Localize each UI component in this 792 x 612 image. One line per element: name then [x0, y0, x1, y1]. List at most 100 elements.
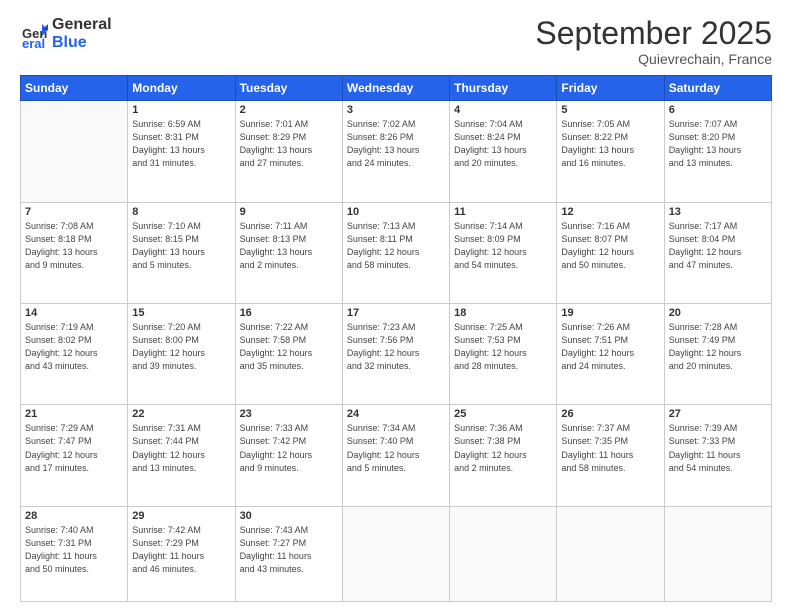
day-number: 2	[240, 104, 338, 116]
day-number: 22	[132, 408, 230, 420]
day-info: Sunrise: 7:19 AM Sunset: 8:02 PM Dayligh…	[25, 321, 123, 373]
day-number: 11	[454, 206, 552, 218]
day-number: 10	[347, 206, 445, 218]
day-info: Sunrise: 7:17 AM Sunset: 8:04 PM Dayligh…	[669, 220, 767, 272]
week-row-5: 28 Sunrise: 7:40 AM Sunset: 7:31 PM Dayli…	[21, 506, 772, 601]
svg-text:eral: eral	[22, 36, 45, 48]
day-info: Sunrise: 7:37 AM Sunset: 7:35 PM Dayligh…	[561, 422, 659, 474]
day-number: 30	[240, 510, 338, 522]
day-number: 29	[132, 510, 230, 522]
calendar-cell: 29 Sunrise: 7:42 AM Sunset: 7:29 PM Dayli…	[128, 506, 235, 601]
weekday-header-friday: Friday	[557, 76, 664, 101]
day-number: 7	[25, 206, 123, 218]
day-info: Sunrise: 7:31 AM Sunset: 7:44 PM Dayligh…	[132, 422, 230, 474]
day-info: Sunrise: 7:04 AM Sunset: 8:24 PM Dayligh…	[454, 118, 552, 170]
day-info: Sunrise: 7:13 AM Sunset: 8:11 PM Dayligh…	[347, 220, 445, 272]
day-info: Sunrise: 7:36 AM Sunset: 7:38 PM Dayligh…	[454, 422, 552, 474]
day-number: 28	[25, 510, 123, 522]
calendar-cell: 22 Sunrise: 7:31 AM Sunset: 7:44 PM Dayli…	[128, 405, 235, 506]
logo-blue-text: Blue	[52, 34, 87, 51]
week-row-2: 7 Sunrise: 7:08 AM Sunset: 8:18 PM Daylig…	[21, 202, 772, 303]
calendar-cell	[21, 101, 128, 202]
day-info: Sunrise: 7:25 AM Sunset: 7:53 PM Dayligh…	[454, 321, 552, 373]
day-number: 26	[561, 408, 659, 420]
weekday-header-sunday: Sunday	[21, 76, 128, 101]
calendar-cell: 24Sunrise: 7:34 AM Sunset: 7:40 PM Dayli…	[342, 405, 449, 506]
logo: Gen eral General Blue	[20, 16, 112, 51]
day-number: 4	[454, 104, 552, 116]
calendar-cell: 21 Sunrise: 7:29 AM Sunset: 7:47 PM Dayli…	[21, 405, 128, 506]
calendar-cell: 9Sunrise: 7:11 AM Sunset: 8:13 PM Daylig…	[235, 202, 342, 303]
day-info: Sunrise: 7:39 AM Sunset: 7:33 PM Dayligh…	[669, 422, 767, 474]
day-info: Sunrise: 7:01 AM Sunset: 8:29 PM Dayligh…	[240, 118, 338, 170]
calendar-cell	[342, 506, 449, 601]
day-info: Sunrise: 7:10 AM Sunset: 8:15 PM Dayligh…	[132, 220, 230, 272]
week-row-3: 14 Sunrise: 7:19 AM Sunset: 8:02 PM Dayli…	[21, 304, 772, 405]
day-info: Sunrise: 7:08 AM Sunset: 8:18 PM Dayligh…	[25, 220, 123, 272]
day-number: 8	[132, 206, 230, 218]
logo-general-text: General	[52, 16, 112, 33]
day-info: Sunrise: 7:26 AM Sunset: 7:51 PM Dayligh…	[561, 321, 659, 373]
calendar-cell: 3 Sunrise: 7:02 AM Sunset: 8:26 PM Daylig…	[342, 101, 449, 202]
day-info: Sunrise: 7:07 AM Sunset: 8:20 PM Dayligh…	[669, 118, 767, 170]
title-block: September 2025 Quievrechain, France	[535, 16, 772, 67]
day-number: 24	[347, 408, 445, 420]
day-number: 18	[454, 307, 552, 319]
weekday-header-monday: Monday	[128, 76, 235, 101]
day-number: 17	[347, 307, 445, 319]
day-number: 1	[132, 104, 230, 116]
day-info: Sunrise: 7:02 AM Sunset: 8:26 PM Dayligh…	[347, 118, 445, 170]
day-info: Sunrise: 7:28 AM Sunset: 7:49 PM Dayligh…	[669, 321, 767, 373]
calendar-cell: 7 Sunrise: 7:08 AM Sunset: 8:18 PM Daylig…	[21, 202, 128, 303]
day-number: 27	[669, 408, 767, 420]
calendar-cell: 25 Sunrise: 7:36 AM Sunset: 7:38 PM Dayli…	[450, 405, 557, 506]
calendar-cell: 14 Sunrise: 7:19 AM Sunset: 8:02 PM Dayli…	[21, 304, 128, 405]
weekday-header-saturday: Saturday	[664, 76, 771, 101]
day-number: 12	[561, 206, 659, 218]
day-number: 23	[240, 408, 338, 420]
calendar-cell: 28 Sunrise: 7:40 AM Sunset: 7:31 PM Dayli…	[21, 506, 128, 601]
day-info: Sunrise: 7:05 AM Sunset: 8:22 PM Dayligh…	[561, 118, 659, 170]
calendar-cell: 16 Sunrise: 7:22 AM Sunset: 7:58 PM Dayli…	[235, 304, 342, 405]
day-info: Sunrise: 7:22 AM Sunset: 7:58 PM Dayligh…	[240, 321, 338, 373]
day-number: 16	[240, 307, 338, 319]
calendar-cell: 20 Sunrise: 7:28 AM Sunset: 7:49 PM Dayli…	[664, 304, 771, 405]
calendar-cell: 12 Sunrise: 7:16 AM Sunset: 8:07 PM Dayli…	[557, 202, 664, 303]
calendar-cell: 27 Sunrise: 7:39 AM Sunset: 7:33 PM Dayli…	[664, 405, 771, 506]
calendar-cell	[557, 506, 664, 601]
page-title: September 2025	[535, 16, 772, 51]
day-info: Sunrise: 6:59 AM Sunset: 8:31 PM Dayligh…	[132, 118, 230, 170]
day-number: 21	[25, 408, 123, 420]
calendar-cell: 30Sunrise: 7:43 AM Sunset: 7:27 PM Dayli…	[235, 506, 342, 601]
calendar-cell: 6 Sunrise: 7:07 AM Sunset: 8:20 PM Daylig…	[664, 101, 771, 202]
calendar-cell: 5 Sunrise: 7:05 AM Sunset: 8:22 PM Daylig…	[557, 101, 664, 202]
day-info: Sunrise: 7:29 AM Sunset: 7:47 PM Dayligh…	[25, 422, 123, 474]
calendar-cell: 2 Sunrise: 7:01 AM Sunset: 8:29 PM Daylig…	[235, 101, 342, 202]
day-number: 5	[561, 104, 659, 116]
day-number: 14	[25, 307, 123, 319]
day-info: Sunrise: 7:20 AM Sunset: 8:00 PM Dayligh…	[132, 321, 230, 373]
day-info: Sunrise: 7:23 AM Sunset: 7:56 PM Dayligh…	[347, 321, 445, 373]
logo-icon: Gen eral	[20, 20, 48, 48]
calendar-cell	[664, 506, 771, 601]
calendar-cell: 4 Sunrise: 7:04 AM Sunset: 8:24 PM Daylig…	[450, 101, 557, 202]
calendar-cell: 13Sunrise: 7:17 AM Sunset: 8:04 PM Dayli…	[664, 202, 771, 303]
day-number: 25	[454, 408, 552, 420]
calendar-table: SundayMondayTuesdayWednesdayThursdayFrid…	[20, 75, 772, 602]
week-row-4: 21 Sunrise: 7:29 AM Sunset: 7:47 PM Dayli…	[21, 405, 772, 506]
day-info: Sunrise: 7:16 AM Sunset: 8:07 PM Dayligh…	[561, 220, 659, 272]
weekday-header-thursday: Thursday	[450, 76, 557, 101]
calendar-cell: 11Sunrise: 7:14 AM Sunset: 8:09 PM Dayli…	[450, 202, 557, 303]
calendar-cell: 19Sunrise: 7:26 AM Sunset: 7:51 PM Dayli…	[557, 304, 664, 405]
calendar-cell: 1 Sunrise: 6:59 AM Sunset: 8:31 PM Daylig…	[128, 101, 235, 202]
day-info: Sunrise: 7:42 AM Sunset: 7:29 PM Dayligh…	[132, 524, 230, 576]
week-row-1: 1 Sunrise: 6:59 AM Sunset: 8:31 PM Daylig…	[21, 101, 772, 202]
day-number: 6	[669, 104, 767, 116]
calendar-cell: 15 Sunrise: 7:20 AM Sunset: 8:00 PM Dayli…	[128, 304, 235, 405]
weekday-header-row: SundayMondayTuesdayWednesdayThursdayFrid…	[21, 76, 772, 101]
day-number: 15	[132, 307, 230, 319]
day-number: 3	[347, 104, 445, 116]
day-info: Sunrise: 7:40 AM Sunset: 7:31 PM Dayligh…	[25, 524, 123, 576]
day-number: 20	[669, 307, 767, 319]
day-info: Sunrise: 7:33 AM Sunset: 7:42 PM Dayligh…	[240, 422, 338, 474]
